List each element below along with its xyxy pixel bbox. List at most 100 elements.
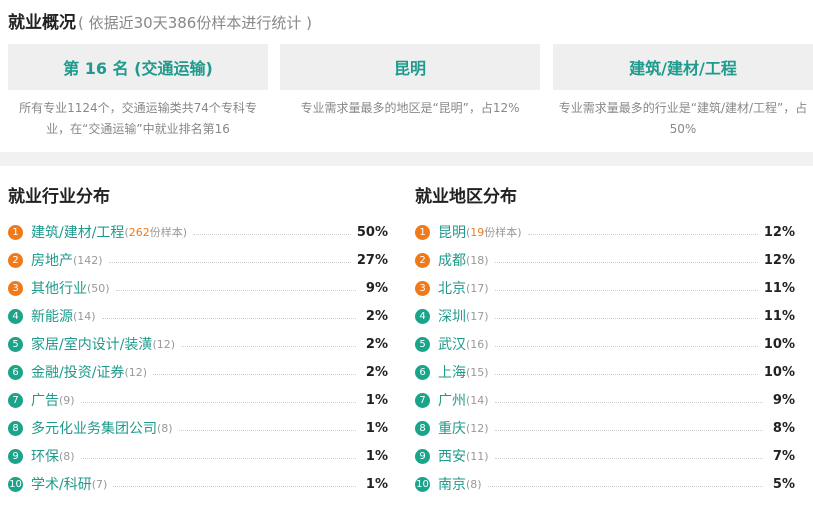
dotted-leader [494, 429, 763, 431]
sample-count: (7) [91, 477, 108, 491]
sample-count-suffix: 份样本 [149, 226, 183, 239]
sample-count-value: 11 [470, 449, 485, 463]
sample-count-value: 17 [470, 309, 485, 323]
percentage: 9% [772, 392, 795, 408]
region-row: 5 武汉 (16) 10% [415, 330, 795, 358]
sample-count: (11) [466, 449, 489, 463]
rank-badge: 10 [415, 476, 430, 492]
industry-name-link[interactable]: 新能源 [31, 306, 73, 326]
percentage: 11% [763, 308, 795, 324]
sample-count: (142) [73, 253, 103, 267]
region-section-title: 就业地区分布 [415, 187, 517, 207]
rank-badge: 8 [8, 420, 23, 436]
industry-row: 4 新能源 (14) 2% [8, 302, 388, 330]
industry-row: 8 多元化业务集团公司 (8) 1% [8, 414, 388, 442]
industry-name-link[interactable]: 房地产 [31, 250, 73, 270]
rank-badge: 4 [8, 308, 23, 324]
rank-badge: 7 [8, 392, 23, 408]
region-name-link[interactable]: 成都 [438, 250, 466, 270]
industry-name-link[interactable]: 学术/科研 [31, 474, 92, 494]
dotted-leader [115, 289, 356, 291]
sample-count: (9) [59, 393, 75, 407]
sample-count: (17) [466, 281, 489, 295]
industry-distribution: 就业行业分布 1 建筑/建材/工程 (262份样本) 50% 2 房地产 (142) 27% 3… [8, 185, 388, 493]
dotted-leader [181, 345, 356, 347]
rank-badge: 9 [415, 448, 430, 464]
percentage: 50% [356, 224, 388, 240]
percentage: 12% [763, 224, 795, 240]
page-subtitle: ( 依据近30天386份样本进行统计 ) [78, 14, 312, 32]
rank-badge: 2 [415, 252, 430, 268]
ranking-description: 所有专业1124个，交通运输类共74个专科专业，在“交通运输”中就业排名第16 [19, 101, 257, 136]
sample-count: (8) [59, 449, 75, 463]
summary-cards: 第 16 名 (交通运输) 昆明 建筑/建材/工程 [0, 44, 813, 90]
dotted-leader [487, 485, 763, 487]
percentage: 10% [763, 364, 795, 380]
industry-name-link[interactable]: 其他行业 [31, 278, 87, 298]
percentage: 27% [356, 252, 388, 268]
region-row: 9 西安 (11) 7% [415, 442, 795, 470]
region-row: 4 深圳 (17) 11% [415, 302, 795, 330]
dotted-leader [527, 233, 758, 235]
region-name-link[interactable]: 西安 [438, 446, 466, 466]
top-industry-description: 专业需求量最多的行业是“建筑/建材/工程”，占50% [558, 101, 808, 136]
rank-badge: 5 [8, 336, 23, 352]
region-name-link[interactable]: 深圳 [438, 306, 466, 326]
sample-count: (8) [157, 421, 173, 435]
sample-count-value: 16 [470, 337, 485, 351]
ranking-card: 第 16 名 (交通运输) [8, 44, 268, 90]
sample-count-value: 12 [128, 365, 143, 379]
industry-name-link[interactable]: 广告 [31, 390, 59, 410]
dotted-leader [178, 429, 356, 431]
percentage: 1% [365, 392, 388, 408]
dotted-leader [113, 485, 356, 487]
industry-name-link[interactable]: 家居/室内设计/装潢 [31, 334, 152, 354]
sample-count: (14) [466, 393, 489, 407]
dotted-leader [108, 261, 351, 263]
rank-badge: 5 [415, 336, 430, 352]
region-name-link[interactable]: 武汉 [438, 334, 466, 354]
region-row: 6 上海 (15) 10% [415, 358, 795, 386]
rank-badge: 1 [8, 224, 23, 240]
sample-count-value: 12 [156, 337, 171, 351]
dotted-leader [494, 457, 763, 459]
dotted-leader [494, 317, 758, 319]
region-name-link[interactable]: 广州 [438, 390, 466, 410]
region-name-link[interactable]: 南京 [438, 474, 466, 494]
sample-count: (8) [466, 477, 482, 491]
sample-count-value: 14 [77, 309, 92, 323]
percentage: 7% [772, 448, 795, 464]
region-name-link[interactable]: 上海 [438, 362, 466, 382]
sample-count: (15) [466, 365, 489, 379]
industry-name-link[interactable]: 金融/投资/证券 [31, 362, 124, 382]
sample-count-value: 12 [470, 421, 485, 435]
percentage: 10% [763, 336, 795, 352]
region-name-link[interactable]: 北京 [438, 278, 466, 298]
sample-count-value: 142 [77, 253, 99, 267]
rank-badge: 10 [8, 476, 23, 492]
region-name-link[interactable]: 重庆 [438, 418, 466, 438]
sample-count-value: 19 [470, 226, 485, 239]
dotted-leader [494, 261, 758, 263]
page-title: 就业概况 [8, 13, 76, 33]
region-row: 7 广州 (14) 9% [415, 386, 795, 414]
dotted-leader [80, 401, 356, 403]
dotted-leader [494, 401, 763, 403]
industry-row: 6 金融/投资/证券 (12) 2% [8, 358, 388, 386]
region-row: 8 重庆 (12) 8% [415, 414, 795, 442]
dotted-leader [153, 373, 356, 375]
region-row: 2 成都 (18) 12% [415, 246, 795, 274]
industry-name-link[interactable]: 建筑/建材/工程 [31, 222, 124, 242]
sample-count: (16) [466, 337, 489, 351]
industry-row: 9 环保 (8) 1% [8, 442, 388, 470]
sample-count: (17) [466, 309, 489, 323]
percentage: 11% [763, 280, 795, 296]
industry-row: 1 建筑/建材/工程 (262份样本) 50% [8, 218, 388, 246]
dotted-leader [193, 233, 351, 235]
industry-name-link[interactable]: 环保 [31, 446, 59, 466]
region-name-link[interactable]: 昆明 [438, 222, 466, 242]
top-industry-card: 建筑/建材/工程 [553, 44, 813, 90]
region-row: 10 南京 (8) 5% [415, 470, 795, 498]
sample-count: (12) [124, 365, 148, 379]
industry-name-link[interactable]: 多元化业务集团公司 [31, 418, 157, 438]
